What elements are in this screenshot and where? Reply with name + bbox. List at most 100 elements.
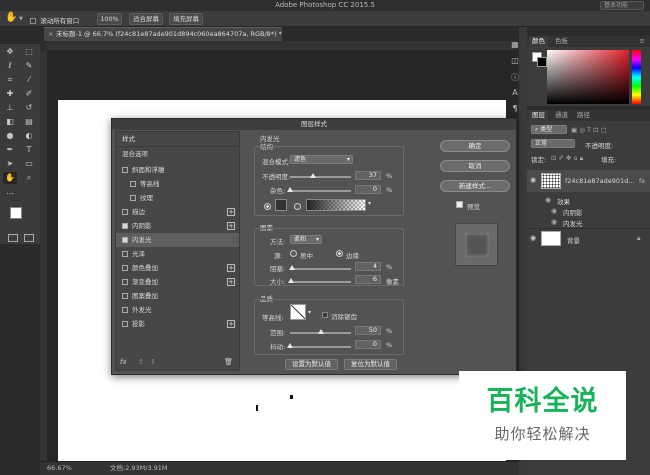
add-effect-plus-icon[interactable]: + [227,278,235,286]
gradient-chevron-icon[interactable]: ▾ [368,200,371,207]
workspace-search[interactable]: 基本功能 [600,1,644,10]
screen-mode-icon[interactable] [24,234,34,242]
close-tab-icon[interactable]: × [48,28,53,41]
effect-inner-shadow[interactable]: 内阴影 [563,207,583,217]
size-slider[interactable] [290,281,351,283]
blend-options-row[interactable]: 混合选项 [116,147,239,161]
zoom-tool-icon[interactable]: ⌕ [22,172,36,184]
document-info[interactable]: 文档:2.93M/3.91M [110,462,168,475]
choke-slider[interactable] [290,268,351,270]
add-effect-plus-icon[interactable]: + [227,320,235,328]
ok-button[interactable]: 确定 [440,140,510,152]
layer-row-background[interactable]: ◉ 背景 🔒︎ [527,229,650,249]
effect-inner-glow[interactable]: 内发光 [563,218,583,228]
style-item-row[interactable]: 等高线 [116,177,239,191]
layer-blend-mode-select[interactable]: 正常 [531,139,575,148]
history-brush-icon[interactable]: ↺ [22,102,36,114]
new-style-button[interactable]: 新建样式... [440,180,510,192]
source-edge-radio[interactable] [336,250,343,257]
fx-menu-button[interactable]: fx [120,358,127,366]
styles-header-row[interactable]: 样式 [116,132,239,146]
style-item-row[interactable]: 纹理 [116,191,239,205]
delete-effect-icon[interactable]: 🗑︎ [224,358,233,366]
quick-mask-icon[interactable] [8,234,18,242]
character-panel-icon[interactable]: A [509,88,521,100]
source-center-radio[interactable] [290,250,297,257]
lasso-tool-icon[interactable]: ℓ [3,60,17,72]
move-up-icon[interactable]: ⇧ [138,358,144,366]
hand-tool-icon[interactable]: ✋ [5,12,17,23]
style-item-row[interactable]: 描边 + [116,205,239,219]
range-slider-thumb[interactable] [317,329,324,334]
eyedropper-tool-icon[interactable]: ⁄ [22,74,36,86]
add-effect-plus-icon[interactable]: + [227,222,235,230]
style-item-checkbox[interactable] [122,293,128,299]
style-item-checkbox[interactable] [130,181,136,187]
gradient-picker[interactable] [306,199,366,211]
tab-layers[interactable]: 图层 [529,110,548,121]
style-item-row[interactable]: 光泽 [116,247,239,261]
layer-row-selected[interactable]: ◉ f24c81e87ade901d... fx [527,170,650,192]
dodge-tool-icon[interactable]: ◐ [22,130,36,142]
reset-default-button[interactable]: 复位为默认值 [344,359,397,370]
move-tool-icon[interactable]: ✥ [3,46,17,58]
tab-swatches[interactable]: 色板 [552,36,571,47]
info-panel-icon[interactable]: ⓘ [509,72,521,84]
fit-screen-button[interactable]: 适合屏幕 [129,13,163,25]
tab-paths[interactable]: 路径 [574,110,593,121]
size-input[interactable]: 6 [355,275,381,284]
jitter-input[interactable]: 0 [355,340,381,349]
horizontal-ruler[interactable] [47,41,517,51]
opacity-input[interactable]: 37 [355,171,381,180]
method-select[interactable]: 柔和 ▾ [290,235,322,244]
style-item-row[interactable]: 渐变叠加 + [116,275,239,289]
noise-slider-thumb[interactable] [287,187,293,192]
add-effect-plus-icon[interactable]: + [227,264,235,272]
gradient-radio[interactable] [294,203,301,210]
choke-slider-thumb[interactable] [289,265,296,270]
style-item-checkbox[interactable] [122,265,128,271]
opacity-slider-thumb[interactable] [309,173,316,178]
properties-panel-icon[interactable]: ◫ [509,56,521,68]
zoom-readout[interactable]: 66.67% [47,462,72,475]
layer-name[interactable]: f24c81e87ade901d... [565,177,635,185]
path-select-icon[interactable]: ➤ [3,158,17,170]
color-field[interactable] [547,50,629,104]
history-panel-icon[interactable]: ▦ [509,40,521,52]
style-item-checkbox[interactable] [130,195,136,201]
inner-shadow-eye-icon[interactable]: ◉ [551,207,557,215]
crop-tool-icon[interactable]: ⌗ [3,74,17,86]
style-item-checkbox[interactable] [122,321,128,327]
marquee-tool-icon[interactable]: ⬚ [22,46,36,58]
style-item-row[interactable]: 颜色叠加 + [116,261,239,275]
effects-eye-icon[interactable]: ◉ [545,196,551,204]
tab-color[interactable]: 颜色 [529,36,548,47]
scroll-all-windows[interactable]: 滚动所有窗口 [30,15,79,25]
hand-tool-active-icon[interactable]: ✋ [3,172,17,184]
blur-tool-icon[interactable]: ● [3,130,17,142]
fill-screen-button[interactable]: 填充屏幕 [169,13,203,25]
preview-checkbox[interactable] [456,201,463,208]
noise-slider[interactable] [290,190,351,192]
pen-tool-icon[interactable]: ✒ [3,144,17,156]
jitter-slider-thumb[interactable] [287,343,293,348]
tab-channels[interactable]: 通道 [552,110,571,121]
style-item-row[interactable]: 外发光 [116,303,239,317]
antialias-checkbox[interactable] [322,312,328,318]
style-item-row[interactable]: 内发光 [116,233,239,247]
jitter-slider[interactable] [290,346,351,348]
style-item-checkbox[interactable] [122,307,128,313]
contour-picker[interactable] [290,304,306,320]
range-input[interactable]: 50 [355,326,381,335]
scroll-all-checkbox[interactable] [30,18,36,24]
size-slider-thumb[interactable] [288,278,295,283]
lock-icons[interactable]: ⊡ ✐ ✥ ⌂ 🔒︎ [551,154,583,163]
visibility-eye-icon[interactable]: ◉ [530,176,536,184]
fx-badge-icon[interactable]: fx [639,177,645,185]
bg-layer-name[interactable]: 背景 [567,235,580,245]
panel-menu-icon[interactable]: ≡ [637,36,648,47]
inner-glow-eye-icon[interactable]: ◉ [551,218,557,226]
bg-visibility-eye-icon[interactable]: ◉ [530,234,536,242]
layer-filter-icons[interactable]: ▣ ◎ T ⊡ ▢ [571,126,607,134]
move-down-icon[interactable]: ⇩ [150,358,156,366]
